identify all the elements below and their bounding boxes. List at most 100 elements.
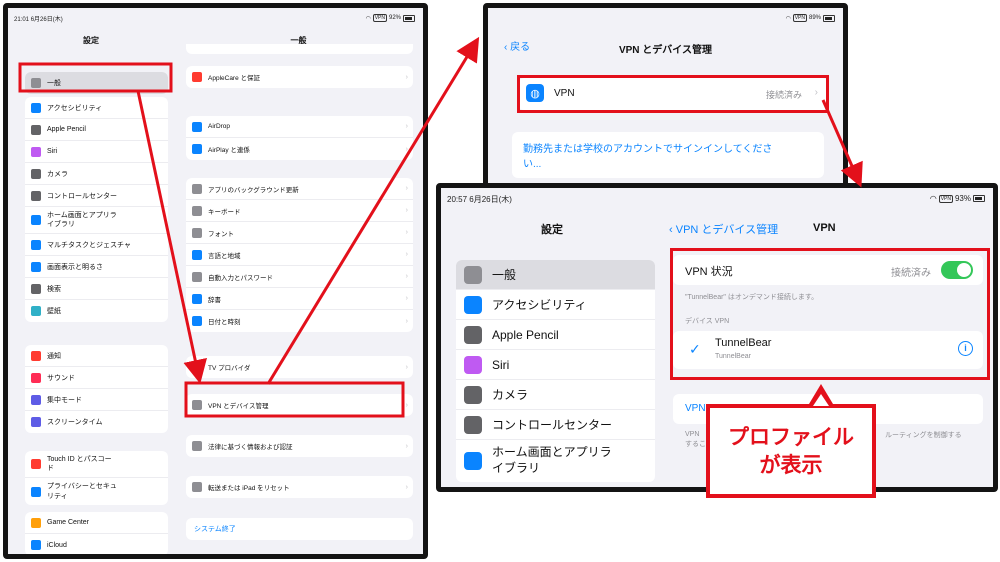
camera-icon: [31, 168, 41, 179]
settings-item[interactable]: AirDrop ›: [186, 116, 413, 138]
settings-item-label: 言語と地域: [208, 252, 241, 260]
settings-item[interactable]: 一般: [25, 72, 168, 94]
settings-item[interactable]: 集中モード: [25, 389, 168, 411]
status-bar-right: ◠ VPN 93%: [930, 194, 985, 203]
settings-item[interactable]: 言語と地域 ›: [186, 244, 413, 266]
settings-item[interactable]: アクセシビリティ: [25, 97, 168, 119]
settings-item[interactable]: プライバシーとセキュリティ: [25, 478, 168, 505]
control-center-icon: [31, 190, 41, 201]
settings-item[interactable]: Siri: [456, 350, 655, 380]
detail-group: 法律に基づく情報および認証 ›: [186, 435, 413, 457]
keyboard-icon: [192, 205, 202, 216]
detail-group: TV プロバイダ ›: [186, 356, 413, 378]
signin-link[interactable]: 勤務先または学校のアカウントでサインインしてください...: [523, 142, 783, 172]
settings-item[interactable]: Game Center: [25, 512, 168, 534]
back-label: VPN とデバイス管理: [675, 224, 779, 236]
airdrop-icon: [192, 121, 202, 132]
accessibility-icon: [31, 102, 41, 113]
settings-item[interactable]: 法律に基づく情報および認証 ›: [186, 435, 413, 457]
chevron-right-icon: ›: [405, 483, 408, 491]
settings-item[interactable]: キーボード ›: [186, 200, 413, 222]
battery-icon: [973, 195, 985, 202]
scrolled-group-edge: [186, 44, 413, 54]
status-bar-left: 20:57 6月26日(木): [447, 194, 512, 205]
settings-item[interactable]: ホーム画面とアプリライブラリ: [456, 440, 655, 482]
settings-item[interactable]: サウンド: [25, 367, 168, 389]
settings-item[interactable]: TV プロバイダ ›: [186, 356, 413, 378]
pencil-icon: [31, 124, 41, 135]
settings-item[interactable]: 辞書 ›: [186, 288, 413, 310]
search-icon: [31, 283, 41, 294]
settings-item[interactable]: 転送または iPad をリセット ›: [186, 476, 413, 498]
settings-item-label: 一般: [47, 80, 61, 87]
settings-item[interactable]: Apple Pencil: [25, 119, 168, 141]
settings-item-label: 集中モード: [47, 396, 82, 404]
accessibility-icon: [464, 295, 482, 314]
chevron-right-icon: ›: [405, 401, 408, 409]
vpn-profile-highlight: [670, 248, 990, 380]
settings-item[interactable]: スクリーンタイム: [25, 411, 168, 433]
settings-item-label: AirDrop: [208, 123, 231, 130]
settings-item[interactable]: カメラ: [25, 163, 168, 185]
pencil-icon: [464, 325, 482, 344]
chevron-right-icon: ›: [405, 73, 408, 81]
shutdown-button[interactable]: システム終了: [186, 518, 413, 540]
detail-group: 転送または iPad をリセット ›: [186, 476, 413, 498]
settings-item[interactable]: 壁紙: [25, 300, 168, 322]
settings-item-label: AirPlay と連係: [208, 147, 250, 154]
home-screen-icon: [31, 215, 41, 225]
status-date: 6月26日(木): [469, 195, 512, 204]
settings-item-label: フォント: [208, 230, 234, 238]
wifi-icon: ◠: [365, 15, 371, 22]
settings-item[interactable]: アクセシビリティ: [456, 290, 655, 320]
settings-item[interactable]: ホーム画面とアプリライブラリ: [25, 207, 168, 234]
settings-item[interactable]: AirPlay と連係 ›: [186, 138, 413, 160]
settings-item-label: ホーム画面とアプリライブラリ: [492, 445, 612, 475]
settings-item[interactable]: 日付と時刻 ›: [186, 310, 413, 332]
settings-item[interactable]: Siri: [25, 141, 168, 163]
status-bar-right: ◠ VPN 89%: [785, 14, 835, 22]
settings-item[interactable]: Touch ID とパスコード: [25, 451, 168, 478]
settings-item[interactable]: アプリのバックグラウンド更新 ›: [186, 178, 413, 200]
settings-item[interactable]: 自動入力とパスワード ›: [186, 266, 413, 288]
page-title: VPN: [813, 222, 836, 234]
camera-icon: [464, 385, 482, 404]
settings-item[interactable]: VPN とデバイス管理 ›: [186, 394, 413, 416]
chevron-right-icon: ›: [405, 295, 408, 302]
settings-item-label: 辞書: [208, 296, 221, 304]
vpn-status-icon: VPN: [938, 194, 953, 203]
settings-item[interactable]: マルチタスクとジェスチャ: [25, 234, 168, 256]
settings-item[interactable]: フォント ›: [186, 222, 413, 244]
settings-item[interactable]: コントロールセンター: [25, 185, 168, 207]
back-button[interactable]: ‹ VPN とデバイス管理: [669, 221, 778, 237]
status-bar-left: 21:01 6月26日(木): [14, 14, 63, 23]
gear-icon: [31, 78, 41, 88]
speaker-icon: [31, 372, 41, 383]
settings-item[interactable]: Apple Pencil: [456, 320, 655, 350]
refresh-icon: [192, 183, 202, 194]
wifi-icon: ◠: [929, 194, 937, 203]
settings-item[interactable]: iCloud: [25, 534, 168, 554]
wifi-icon: ◠: [785, 15, 791, 22]
detail-group: AppleCare と保証 ›: [186, 66, 413, 88]
detail-group: アプリのバックグラウンド更新 › キーボード › フォント › 言語と地域 › 自動入力とパスワ…: [186, 178, 413, 332]
settings-item[interactable]: 一般: [456, 260, 655, 290]
settings-item[interactable]: AppleCare と保証 ›: [186, 66, 413, 88]
settings-item[interactable]: 検索: [25, 278, 168, 300]
airplay-icon: [192, 144, 202, 154]
vpn-row-highlight: [517, 75, 829, 113]
sidebar-group: アクセシビリティ Apple Pencil Siri カメラ コントロールセンター ホーム…: [25, 97, 168, 322]
settings-item-label: 検索: [47, 285, 61, 293]
brightness-icon: [31, 261, 41, 272]
battery-percent: 89%: [808, 15, 821, 21]
settings-item[interactable]: 通知: [25, 345, 168, 367]
settings-item[interactable]: コントロールセンター: [456, 410, 655, 440]
status-time: 21:01: [14, 17, 30, 23]
callout-line1: プロファイル: [728, 426, 854, 449]
settings-item[interactable]: カメラ: [456, 380, 655, 410]
gear-icon: [192, 400, 202, 410]
chevron-right-icon: ›: [405, 442, 408, 450]
settings-item[interactable]: 画面表示と明るさ: [25, 256, 168, 278]
game-center-icon: [31, 517, 41, 528]
settings-item-label: 転送または iPad をリセット: [208, 485, 290, 492]
